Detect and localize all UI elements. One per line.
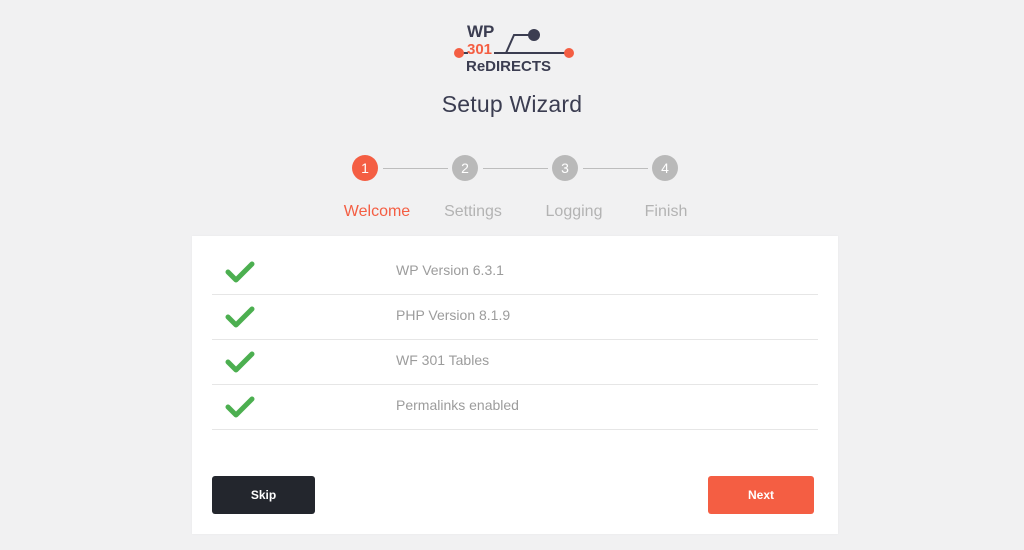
- check-label: Permalinks enabled: [396, 397, 519, 413]
- check-label: PHP Version 8.1.9: [396, 307, 511, 323]
- checkmark-icon: [225, 306, 255, 328]
- checkmark-icon: [225, 351, 255, 373]
- step-1-circle[interactable]: 1: [352, 155, 378, 181]
- step-4-circle[interactable]: 4: [652, 155, 678, 181]
- step-3-circle[interactable]: 3: [552, 155, 578, 181]
- requirements-card: WP Version 6.3.1 PHP Version 8.1.9 WF 30…: [192, 236, 838, 534]
- step-4-label[interactable]: Finish: [616, 203, 716, 221]
- step-2-circle[interactable]: 2: [452, 155, 478, 181]
- next-button[interactable]: Next: [708, 476, 814, 514]
- step-2-label[interactable]: Settings: [423, 203, 523, 221]
- step-1-label[interactable]: Welcome: [327, 203, 427, 221]
- step-connector-1-2: [383, 168, 448, 169]
- step-connector-2-3: [483, 168, 548, 169]
- step-3-label[interactable]: Logging: [524, 203, 624, 221]
- wizard-stepper: 1 2 3 4 Welcome Settings Logging Finish: [0, 0, 1024, 230]
- skip-button[interactable]: Skip: [212, 476, 315, 514]
- check-row-permalinks: Permalinks enabled: [212, 384, 818, 430]
- checkmark-icon: [225, 396, 255, 418]
- checkmark-icon: [225, 261, 255, 283]
- check-row-php-version: PHP Version 8.1.9: [212, 294, 818, 340]
- check-row-tables: WF 301 Tables: [212, 339, 818, 385]
- check-row-wp-version: WP Version 6.3.1: [212, 249, 818, 295]
- check-label: WP Version 6.3.1: [396, 262, 504, 278]
- check-label: WF 301 Tables: [396, 352, 490, 368]
- step-connector-3-4: [583, 168, 648, 169]
